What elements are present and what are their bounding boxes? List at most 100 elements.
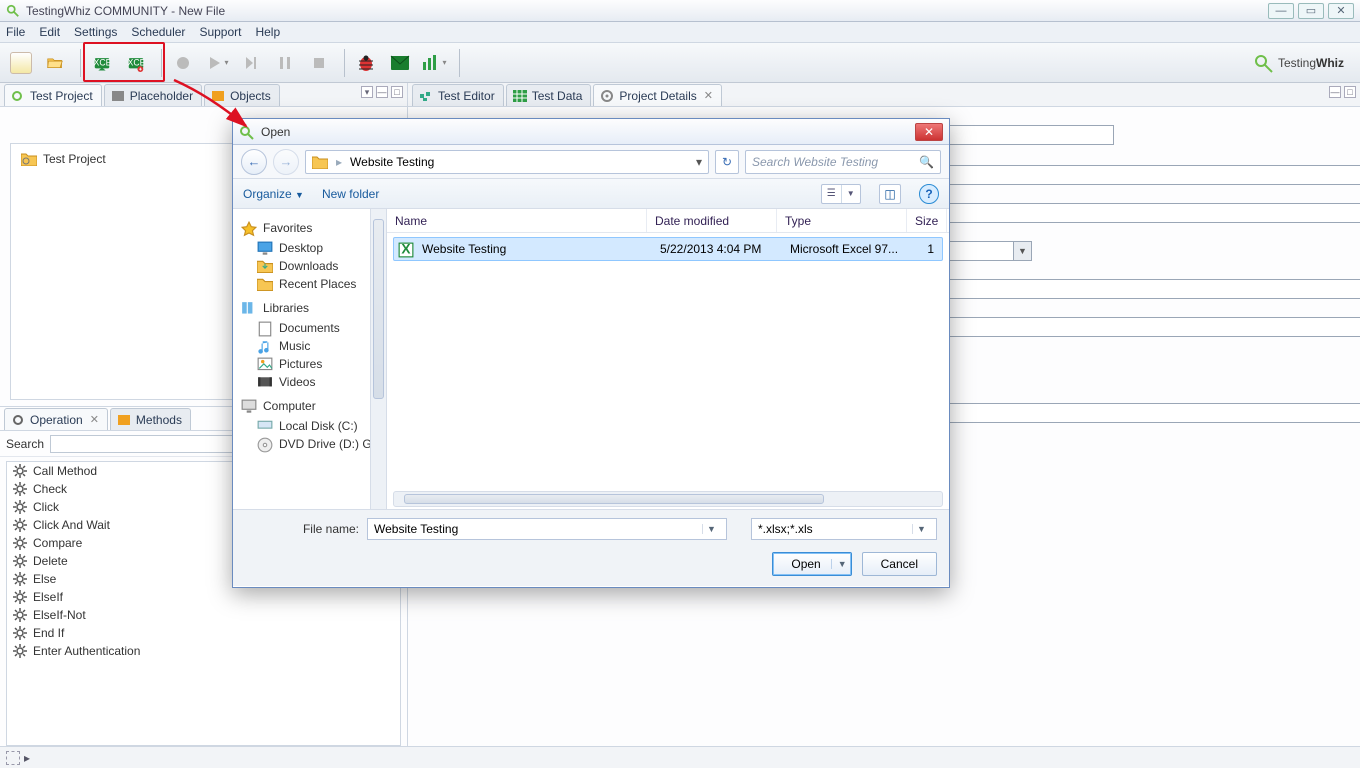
menu-help[interactable]: Help xyxy=(255,25,280,39)
operation-label: Click xyxy=(33,500,59,514)
mail-icon xyxy=(390,55,410,71)
preview-pane-button[interactable]: ◫ xyxy=(879,184,901,204)
cancel-button[interactable]: Cancel xyxy=(862,552,937,576)
panel-maximize-button[interactable]: □ xyxy=(391,86,403,98)
file-name-combo[interactable]: Website Testing▼ xyxy=(367,518,727,540)
scrollbar-thumb[interactable] xyxy=(373,219,384,399)
close-tab-icon[interactable]: ✕ xyxy=(704,89,713,102)
form-field[interactable] xyxy=(944,317,1360,337)
file-row[interactable]: X Website Testing 5/22/2013 4:04 PM Micr… xyxy=(393,237,943,261)
open-file-button[interactable] xyxy=(40,48,70,78)
operation-item[interactable]: ElseIf xyxy=(7,588,400,606)
list-scrollbar[interactable] xyxy=(393,491,943,507)
refresh-button[interactable]: ↻ xyxy=(715,150,739,174)
operation-label: Compare xyxy=(33,536,82,550)
tab-label: Methods xyxy=(136,413,182,427)
list-view-icon: ☰ xyxy=(822,185,841,203)
chevron-down-icon[interactable]: ▾ xyxy=(696,155,702,169)
sidebar-item-videos[interactable]: Videos xyxy=(241,373,386,391)
import-excel-button[interactable]: EXCEL xyxy=(87,48,117,78)
nav-back-button[interactable]: ← xyxy=(241,149,267,175)
open-button[interactable]: Open▼ xyxy=(772,552,851,576)
operation-item[interactable]: ElseIf-Not xyxy=(7,606,400,624)
sidebar-libraries[interactable]: Libraries xyxy=(241,301,386,315)
dialog-search-input[interactable]: Search Website Testing 🔍 xyxy=(745,150,941,174)
view-mode-button[interactable]: ☰▼ xyxy=(821,184,861,204)
panel-menu-button[interactable]: ▾ xyxy=(361,86,373,98)
close-tab-icon[interactable]: ✕ xyxy=(90,413,99,426)
form-field[interactable] xyxy=(944,165,1360,185)
tab-test-data[interactable]: Test Data xyxy=(506,84,592,106)
panel-minimize-button[interactable]: — xyxy=(376,86,388,98)
nav-forward-button[interactable]: → xyxy=(273,149,299,175)
tab-project-details[interactable]: Project Details ✕ xyxy=(593,84,722,106)
sidebar-item-documents[interactable]: Documents xyxy=(241,319,386,337)
stop-button[interactable] xyxy=(304,48,334,78)
chevron-down-icon: ▼ xyxy=(912,524,930,534)
tab-placeholder[interactable]: Placeholder xyxy=(104,84,202,106)
objects-icon xyxy=(211,90,225,102)
dialog-close-button[interactable]: ✕ xyxy=(915,123,943,141)
stop-icon xyxy=(310,54,328,72)
sidebar-item-localdisk[interactable]: Local Disk (C:) xyxy=(241,417,386,435)
menu-edit[interactable]: Edit xyxy=(39,25,60,39)
panel-maximize-button[interactable]: □ xyxy=(1344,86,1356,98)
panel-minimize-button[interactable]: — xyxy=(1329,86,1341,98)
app-logo-icon xyxy=(239,125,255,139)
window-minimize-button[interactable]: — xyxy=(1268,3,1294,19)
tab-label: Objects xyxy=(230,89,271,103)
dialog-title-bar[interactable]: Open ✕ xyxy=(233,119,949,145)
sidebar-item-recent[interactable]: Recent Places xyxy=(241,275,386,293)
mail-button[interactable] xyxy=(385,48,415,78)
menu-file[interactable]: File xyxy=(6,25,25,39)
column-type[interactable]: Type xyxy=(777,209,907,232)
operation-item[interactable]: Enter Authentication xyxy=(7,642,400,660)
sidebar-item-music[interactable]: Music xyxy=(241,337,386,355)
play-button[interactable]: ▾ xyxy=(202,48,232,78)
form-dropdown[interactable]: ▼ xyxy=(944,241,1032,261)
file-filter-combo[interactable]: *.xlsx;*.xls▼ xyxy=(751,518,937,540)
export-excel-button[interactable]: EXCEL xyxy=(121,48,151,78)
sidebar-item-desktop[interactable]: Desktop xyxy=(241,239,386,257)
sidebar-item-downloads[interactable]: Downloads xyxy=(241,257,386,275)
column-name[interactable]: Name xyxy=(387,209,647,232)
form-field[interactable] xyxy=(944,403,1360,423)
menu-settings[interactable]: Settings xyxy=(74,25,117,39)
scrollbar-thumb[interactable] xyxy=(404,494,824,504)
pause-button[interactable] xyxy=(270,48,300,78)
form-field[interactable] xyxy=(944,203,1360,223)
step-icon xyxy=(242,54,260,72)
status-bar: ▸ xyxy=(0,746,1360,768)
sidebar-item-dvd[interactable]: DVD Drive (D:) GF xyxy=(241,435,386,453)
tab-objects[interactable]: Objects xyxy=(204,84,280,106)
sidebar-item-pictures[interactable]: Pictures xyxy=(241,355,386,373)
dialog-bottom: File name: Website Testing▼ *.xlsx;*.xls… xyxy=(233,509,949,586)
column-date[interactable]: Date modified xyxy=(647,209,777,232)
window-close-button[interactable]: ✕ xyxy=(1328,3,1354,19)
tab-methods[interactable]: Methods xyxy=(110,408,191,430)
tab-test-project[interactable]: Test Project xyxy=(4,84,102,106)
bug-button[interactable] xyxy=(351,48,381,78)
status-handle-icon[interactable] xyxy=(6,751,20,765)
breadcrumb-address[interactable]: ▸ Website Testing ▾ xyxy=(305,150,709,174)
sidebar-favorites[interactable]: Favorites xyxy=(241,221,386,235)
dialog-help-button[interactable]: ? xyxy=(919,184,939,204)
organize-menu[interactable]: Organize ▼ xyxy=(243,187,304,201)
column-size[interactable]: Size xyxy=(907,209,947,232)
window-restore-button[interactable]: ▭ xyxy=(1298,3,1324,19)
operation-item[interactable]: End If xyxy=(7,624,400,642)
record-button[interactable] xyxy=(168,48,198,78)
bars-icon xyxy=(421,54,441,72)
tab-operation[interactable]: Operation ✕ xyxy=(4,408,108,430)
tab-test-editor[interactable]: Test Editor xyxy=(412,84,504,106)
sidebar-scrollbar[interactable] xyxy=(370,209,386,509)
chart-button[interactable]: ▾ xyxy=(419,48,449,78)
menu-scheduler[interactable]: Scheduler xyxy=(131,25,185,39)
step-button[interactable] xyxy=(236,48,266,78)
sidebar-computer[interactable]: Computer xyxy=(241,399,386,413)
form-field[interactable] xyxy=(944,279,1360,299)
new-folder-button[interactable]: New folder xyxy=(322,187,379,201)
new-file-button[interactable] xyxy=(6,48,36,78)
menu-support[interactable]: Support xyxy=(199,25,241,39)
form-field[interactable] xyxy=(944,125,1114,145)
